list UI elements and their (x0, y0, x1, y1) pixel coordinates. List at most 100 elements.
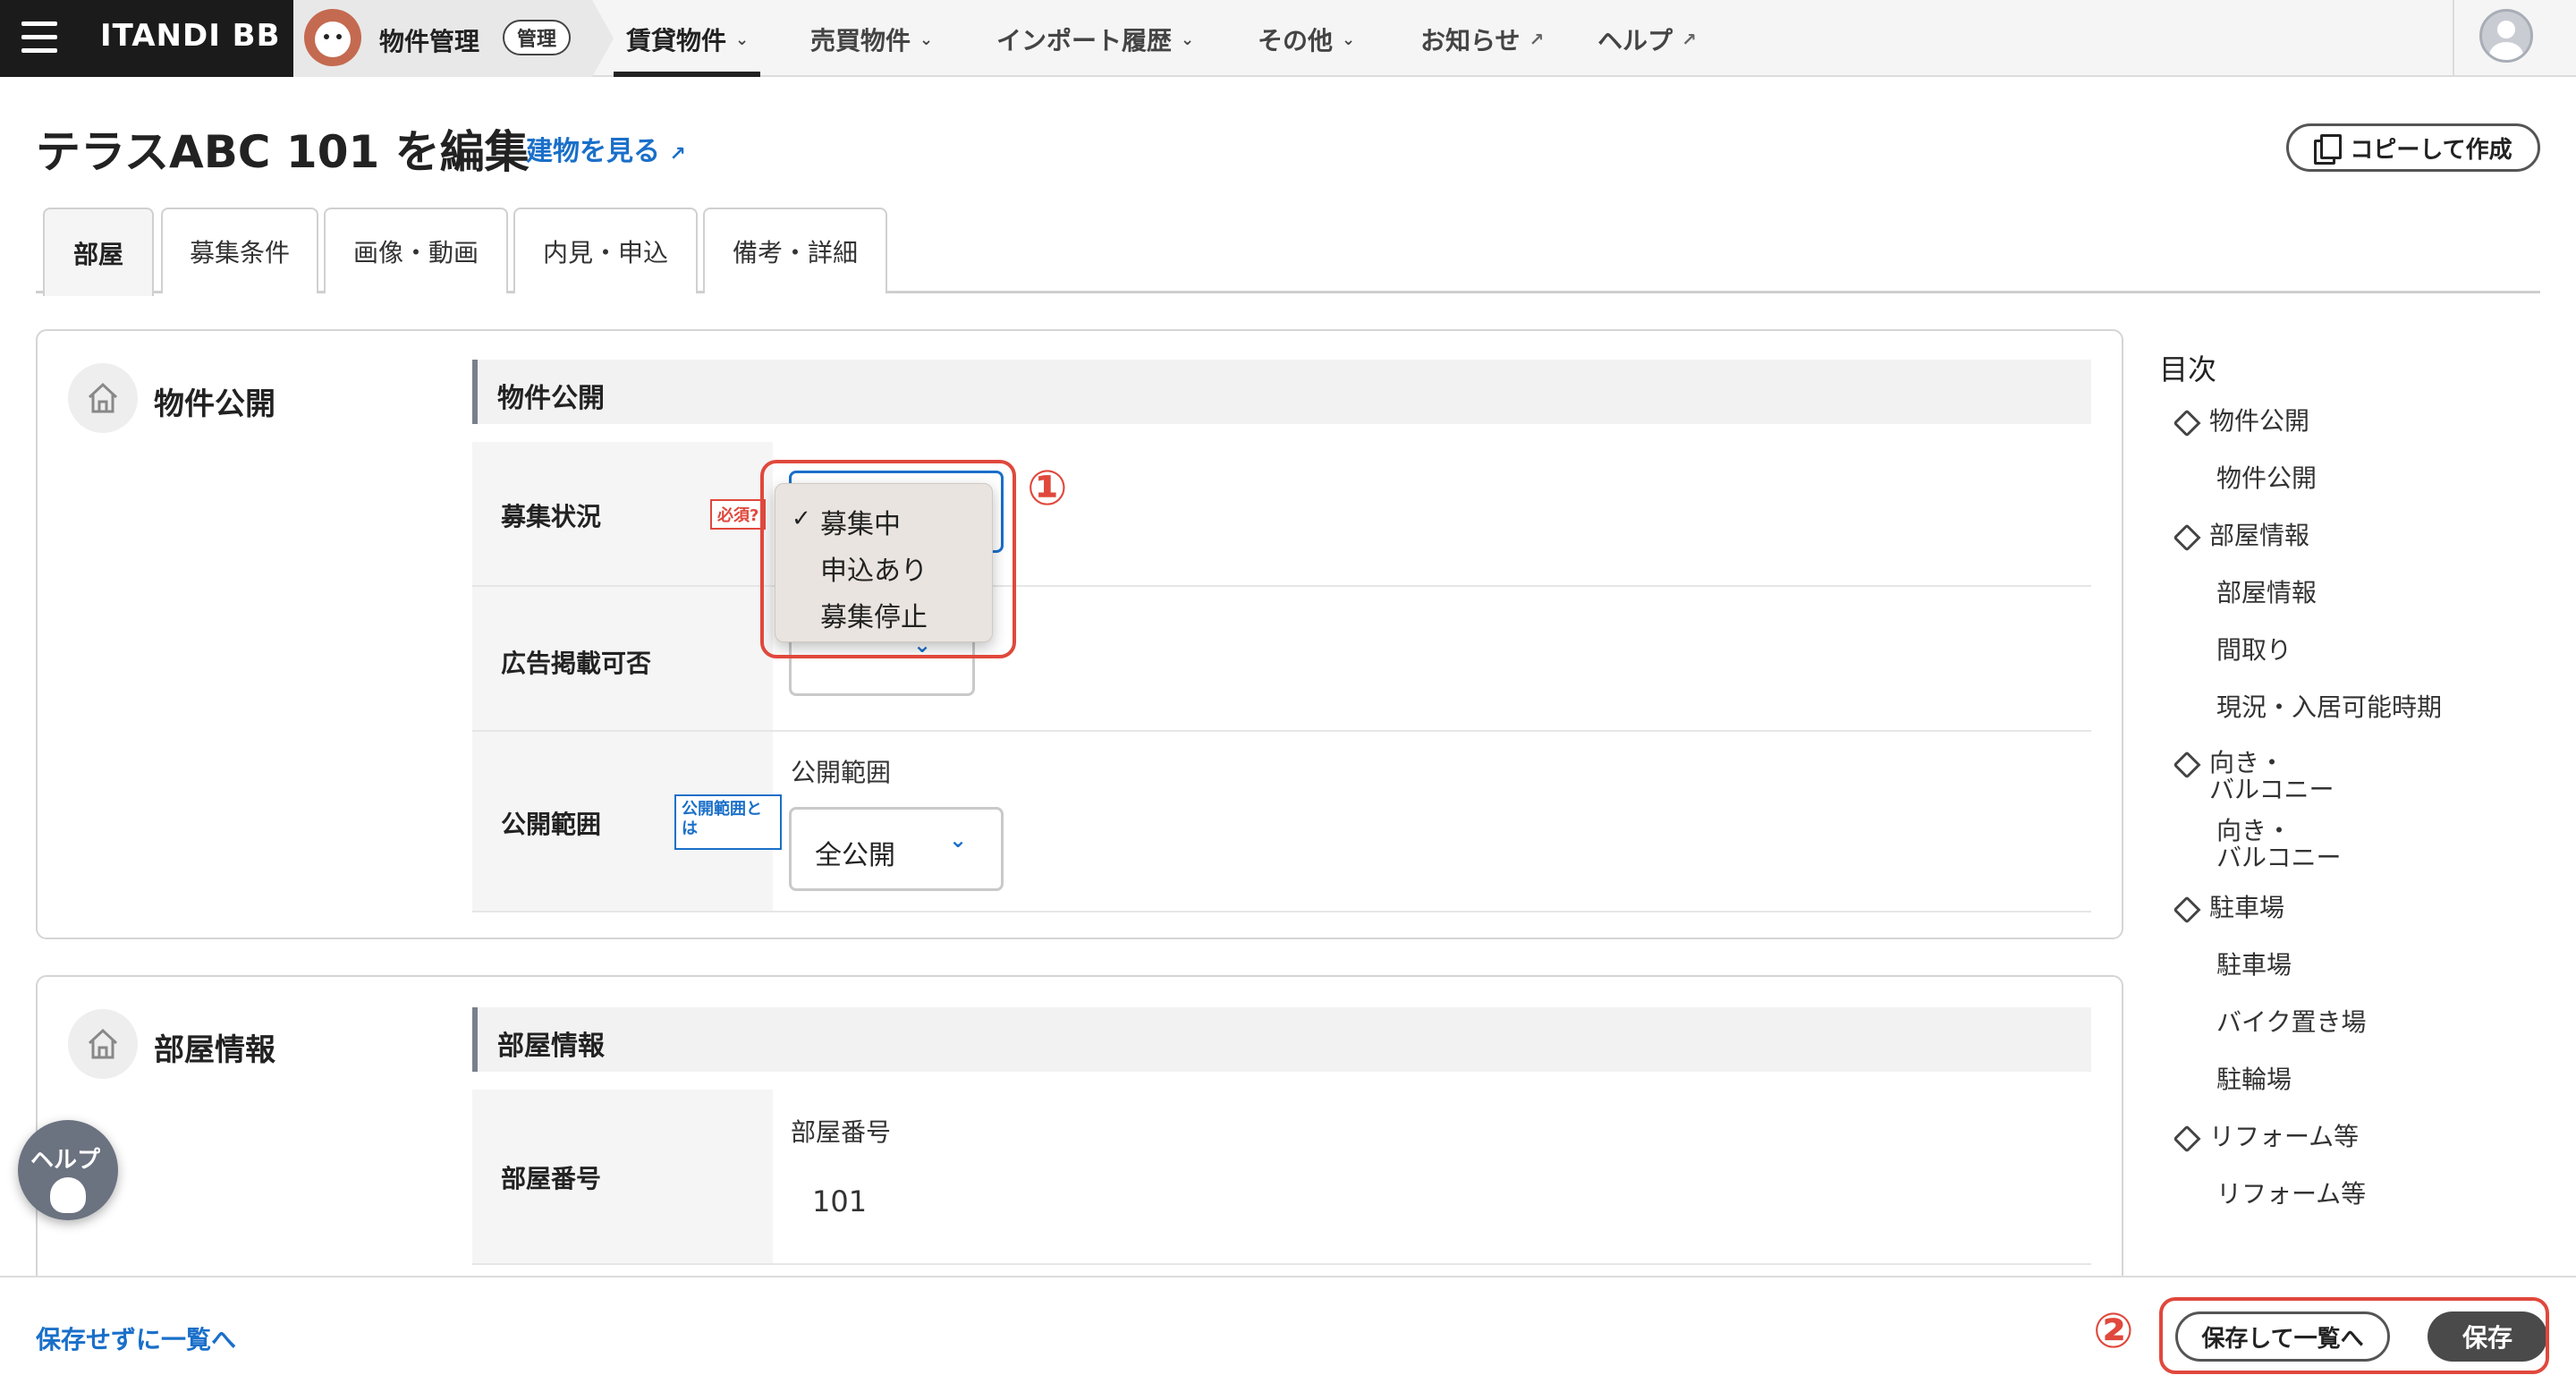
chevron-down-icon: ⌄ (949, 828, 968, 853)
brand-logo[interactable]: ITANDI BB (100, 18, 281, 54)
home-icon (68, 363, 138, 433)
toc-section-link[interactable]: リフォーム等 (2209, 1124, 2359, 1150)
nav-item-label: 売買物件 (810, 26, 911, 55)
subsection-heading: 物件公開 (472, 360, 2091, 424)
visibility-select[interactable]: 全公開 ⌄ (789, 807, 1004, 891)
question-icon: ? (750, 506, 759, 525)
nav-item-sales[interactable]: 売買物件 ⌄ (810, 21, 933, 57)
section-property-publish: 物件公開 物件公開 募集状況 必須? 広告掲載可否 ⌄ 公開範囲 公開範囲とは … (36, 329, 2123, 939)
toc-label: 部屋情報 (2216, 578, 2318, 607)
nav-item-label: ヘルプ (1597, 26, 1674, 55)
field-label: 広告掲載可否 (501, 649, 652, 678)
copy-button-label: コピーして作成 (2350, 136, 2512, 164)
toc-subsection-link[interactable]: 向き・ バルコニー (2216, 818, 2341, 871)
tag-icon (2173, 1125, 2201, 1153)
form-row-ad-permission: 広告掲載可否 ⌄ (472, 587, 2091, 732)
visibility-help-badge[interactable]: 公開範囲とは (674, 794, 782, 850)
nav-item-help[interactable]: ヘルプ ↗ (1597, 21, 1697, 57)
nav-item-label: その他 (1258, 26, 1334, 55)
view-building-link[interactable]: 建物を見る ↗ (526, 129, 686, 168)
app-switcher[interactable]: 物件管理 管理 (293, 0, 614, 77)
back-without-saving-link[interactable]: 保存せずに一覧へ (36, 1320, 236, 1356)
nav-item-news[interactable]: お知らせ ↗ (1420, 21, 1544, 57)
annotation-box-2 (2159, 1297, 2549, 1374)
external-link-icon: ↗ (1529, 29, 1545, 50)
toc-section-link[interactable]: 物件公開 (2209, 408, 2309, 435)
user-menu[interactable] (2453, 0, 2576, 77)
toc-label: 駐車場 (2216, 950, 2292, 980)
toc-label: リフォーム等 (2216, 1179, 2367, 1209)
tab-viewing-application[interactable]: 内見・申込 (513, 208, 698, 293)
copy-and-create-button[interactable]: コピーして作成 (2286, 123, 2540, 172)
toc-label: 間取り (2216, 635, 2292, 665)
app-title: 物件管理 (379, 27, 480, 56)
annotation-marker-1: ① (1027, 460, 1068, 516)
active-nav-indicator (614, 72, 760, 77)
toc-label: 向き・ バルコニー (2209, 748, 2334, 804)
copy-icon (2314, 134, 2343, 165)
toc-label: リフォーム等 (2209, 1122, 2360, 1151)
nav-item-import-history[interactable]: インポート履歴 ⌄ (996, 21, 1194, 57)
toc-subsection-link[interactable]: 駐輪場 (2216, 1066, 2292, 1093)
toc-label: バイク置き場 (2216, 1007, 2367, 1037)
bear-mascot-icon (50, 1177, 86, 1213)
subsection-heading: 部屋情報 (472, 1007, 2091, 1072)
tag-icon (2173, 523, 2201, 552)
toc-subsection-link[interactable]: 間取り (2216, 637, 2292, 664)
page-title: テラスABC 101 を編集 (36, 126, 530, 178)
tab-room[interactable]: 部屋 (43, 208, 154, 296)
field-label: 公開範囲 (501, 810, 602, 839)
user-avatar-icon[interactable] (2479, 9, 2533, 63)
chevron-down-icon: ⌄ (1342, 30, 1356, 49)
chevron-down-icon: ⌄ (919, 30, 934, 49)
nav-item-other[interactable]: その他 ⌄ (1258, 21, 1355, 57)
external-link-icon: ↗ (669, 143, 686, 166)
nav-item-rental[interactable]: 賃貸物件 ⌄ (626, 21, 749, 57)
section-heading: 部屋情報 (154, 1032, 275, 1068)
help-floating-button[interactable]: ヘルプ (18, 1120, 118, 1220)
nav-item-label: お知らせ (1420, 26, 1521, 55)
toc-subsection-link[interactable]: バイク置き場 (2216, 1009, 2366, 1036)
annotation-box-1 (760, 460, 1016, 658)
select-value: 全公開 (815, 840, 895, 871)
hamburger-menu-icon[interactable] (21, 21, 57, 54)
section-heading: 物件公開 (154, 386, 275, 422)
field-label: 部屋番号 (501, 1164, 602, 1193)
view-building-label: 建物を見る (526, 136, 660, 167)
edit-tabs: 部屋 募集条件 画像・動画 内見・申込 備考・詳細 (36, 208, 2540, 296)
form-row-room-number: 部屋番号 部屋番号 101 (472, 1090, 2091, 1265)
toc-section-link[interactable]: 向き・ バルコニー (2209, 750, 2334, 803)
tag-icon (2173, 409, 2201, 437)
toc-label: 部屋情報 (2209, 521, 2310, 550)
toc-label: 駐車場 (2209, 893, 2285, 922)
tab-notes-details[interactable]: 備考・詳細 (703, 208, 887, 293)
chevron-down-icon: ⌄ (735, 30, 750, 49)
app-role-badge: 管理 (503, 20, 572, 55)
toc-section-link[interactable]: 部屋情報 (2209, 522, 2309, 549)
toc-subsection-link[interactable]: 駐車場 (2216, 952, 2292, 979)
brand-area: ITANDI BB (0, 0, 293, 77)
toc-section-link[interactable]: 駐車場 (2209, 895, 2284, 921)
required-badge: 必須? (710, 499, 767, 530)
toc-label: 駐輪場 (2216, 1065, 2292, 1094)
toc-subsection-link[interactable]: リフォーム等 (2216, 1181, 2366, 1208)
room-number-input[interactable]: 101 (812, 1184, 867, 1218)
toc-subsection-link[interactable]: 部屋情報 (2216, 580, 2317, 607)
toc-subsection-link[interactable]: 現況・入居可能時期 (2216, 694, 2442, 721)
toc-label: 物件公開 (2209, 406, 2310, 436)
toc-subsection-link[interactable]: 物件公開 (2216, 465, 2317, 492)
toc-label: 向き・ バルコニー (2216, 816, 2342, 872)
top-nav: ITANDI BB 物件管理 管理 賃貸物件 ⌄ 売買物件 ⌄ インポート履歴 … (0, 0, 2576, 77)
home-icon (68, 1009, 138, 1079)
tag-icon (2173, 895, 2201, 924)
field-caption: 公開範囲 (791, 758, 892, 787)
external-link-icon: ↗ (1682, 29, 1697, 50)
tab-recruit-conditions[interactable]: 募集条件 (161, 208, 318, 293)
toc-label: 物件公開 (2216, 463, 2318, 493)
toc-title: 目次 (2159, 352, 2217, 386)
annotation-marker-2: ② (2093, 1303, 2134, 1359)
tab-images-videos[interactable]: 画像・動画 (324, 208, 508, 293)
help-fab-label: ヘルプ (30, 1147, 101, 1174)
toc-label: 現況・入居可能時期 (2216, 692, 2443, 722)
bear-mascot-icon (304, 9, 361, 66)
